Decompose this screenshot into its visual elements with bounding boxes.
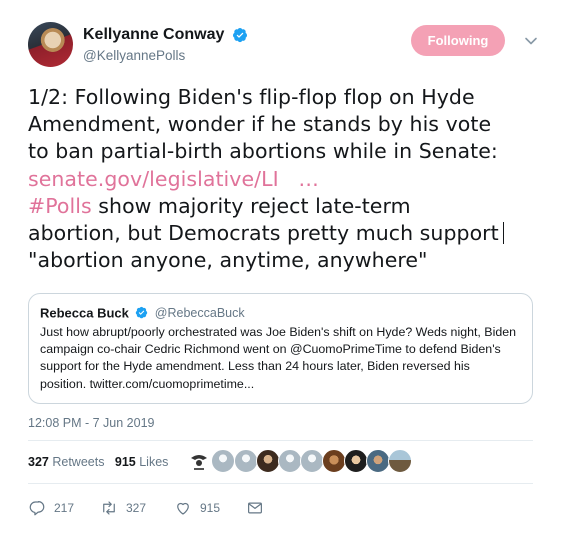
reply-action[interactable]: 217 (28, 497, 74, 519)
liker-avatar[interactable] (322, 449, 346, 473)
retweet-count: 327 (126, 501, 147, 515)
author-name-block: Kellyanne Conway @KellyannePolls (83, 24, 248, 63)
liker-avatar[interactable] (366, 449, 390, 473)
tweet-actions: 217 327 915 (28, 497, 533, 519)
quoted-author-name: Rebecca Buck (40, 305, 129, 321)
tweet-link[interactable]: senate.gov/legislative/LI (28, 167, 279, 191)
like-icon (177, 502, 189, 515)
tweet-line-text: abortion, but Democrats pretty much supp… (28, 221, 499, 246)
tweet-line-text: show majority reject late-term (91, 193, 411, 218)
tweet-line: to ban partial-birth abortions while in … (28, 139, 498, 164)
liker-avatar[interactable] (300, 449, 324, 473)
divider (28, 440, 533, 441)
quoted-tweet-card[interactable]: Rebecca Buck @RebeccaBuck Just how abrup… (28, 293, 533, 404)
like-action[interactable]: 915 (174, 497, 220, 519)
tweet-timestamp[interactable]: 12:08 PM - 7 Jun 2019 (28, 416, 154, 430)
author-handle[interactable]: @KellyannePolls (83, 48, 248, 63)
tweet-line: Amendment, wonder if he stands by his vo… (28, 112, 492, 137)
text-cursor (502, 222, 504, 245)
liker-avatar[interactable] (234, 449, 258, 473)
likes-count: 915 (114, 455, 136, 469)
tweet-line: 1/2: Following Biden's flip-flop flop on… (28, 85, 475, 109)
quoted-author-handle: @RebeccaBuck (154, 305, 245, 320)
retweet-action[interactable]: 327 (100, 497, 146, 519)
reply-icon (29, 501, 45, 516)
chevron-down-icon[interactable] (524, 34, 538, 48)
hashtag-link[interactable]: #Polls (28, 194, 92, 218)
verified-badge-icon (233, 27, 248, 42)
retweets-count: 327 (28, 455, 49, 469)
quoted-line: position. twitter.com/cuomoprimetime... (40, 376, 255, 391)
tweet-header: Kellyanne Conway @KellyannePolls Followi… (28, 20, 538, 70)
liker-avatar[interactable] (186, 449, 210, 473)
engagement-stats: 327 Retweets 915 Likes (28, 455, 168, 469)
divider (28, 483, 533, 484)
following-button[interactable]: Following (411, 25, 505, 56)
liker-avatar[interactable] (278, 449, 302, 473)
tweet-line: "abortion anyone, anytime, anywhere" (28, 248, 428, 273)
quoted-line: support for the Hyde amendment. Less tha… (40, 359, 470, 374)
tweet-link-ellipsis[interactable]: … (298, 167, 319, 191)
retweet-icon (103, 501, 115, 515)
liker-avatar[interactable] (256, 449, 280, 473)
verified-badge-icon (136, 307, 148, 319)
tweet-line: abortion, but Democrats pretty much supp… (28, 220, 543, 247)
like-count: 915 (200, 501, 221, 515)
author-display-name[interactable]: Kellyanne Conway (83, 26, 224, 44)
message-action[interactable] (246, 497, 264, 519)
reply-count: 217 (54, 501, 75, 515)
tweet-link-line: senate.gov/legislative/LI … (28, 166, 543, 193)
liker-avatar[interactable] (344, 449, 368, 473)
quoted-tweet-text: Just how abrupt/poorly orchestrated was … (40, 324, 525, 393)
message-icon (248, 502, 262, 514)
quoted-tweet-header: Rebecca Buck @RebeccaBuck (40, 304, 245, 322)
author-avatar[interactable] (28, 22, 73, 67)
liker-avatar[interactable] (388, 449, 412, 473)
quoted-line: campaign co-chair Cedric Richmond went o… (40, 342, 501, 357)
tweet-hashtag-line: #Polls show majority reject late-term (28, 193, 543, 220)
likes-stat[interactable]: 915 Likes (115, 455, 169, 469)
quoted-line: Just how abrupt/poorly orchestrated was … (40, 325, 516, 339)
liker-avatar[interactable] (211, 449, 235, 473)
retweets-stat[interactable]: 327 Retweets (28, 455, 104, 469)
likes-label: Likes (139, 455, 169, 469)
retweets-label: Retweets (52, 455, 105, 469)
tweet-text: 1/2: Following Biden's flip-flop flop on… (28, 84, 543, 274)
